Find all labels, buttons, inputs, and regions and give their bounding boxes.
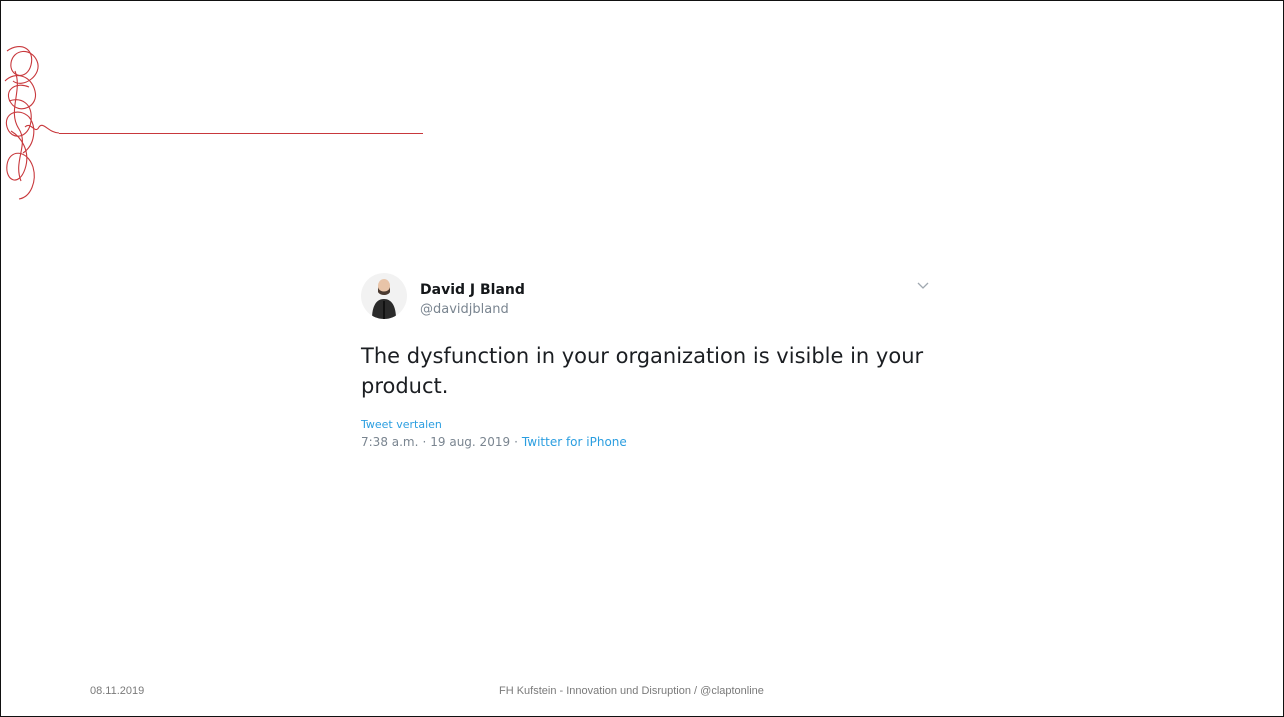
avatar[interactable] — [361, 273, 407, 319]
footer-date: 08.11.2019 — [90, 685, 145, 697]
chevron-down-icon[interactable] — [915, 279, 931, 291]
tweet-time[interactable]: 7:38 a.m. — [361, 435, 418, 449]
footer-title: FH Kufstein - Innovation und Disruption … — [499, 685, 764, 697]
translate-link[interactable]: Tweet vertalen — [361, 418, 442, 431]
tweet-meta: 7:38 a.m. · 19 aug. 2019 · Twitter for iPhon… — [361, 435, 627, 449]
tweet-text: The dysfunction in your organization is … — [361, 344, 924, 398]
scribble-logo-icon — [4, 46, 60, 200]
tweet-source-link[interactable]: Twitter for iPhone — [522, 435, 627, 449]
author-name[interactable]: David J Bland — [420, 282, 525, 298]
author-handle[interactable]: @davidjbland — [420, 302, 509, 317]
tweet-date[interactable]: 19 aug. 2019 — [430, 435, 510, 449]
presentation-slide: David J Bland @davidjbland The dysfuncti… — [0, 0, 1284, 717]
meta-separator: · — [514, 435, 518, 449]
tweet-card: David J Bland @davidjbland The dysfuncti… — [361, 273, 941, 463]
header-rule — [59, 133, 423, 134]
meta-separator: · — [422, 435, 427, 449]
